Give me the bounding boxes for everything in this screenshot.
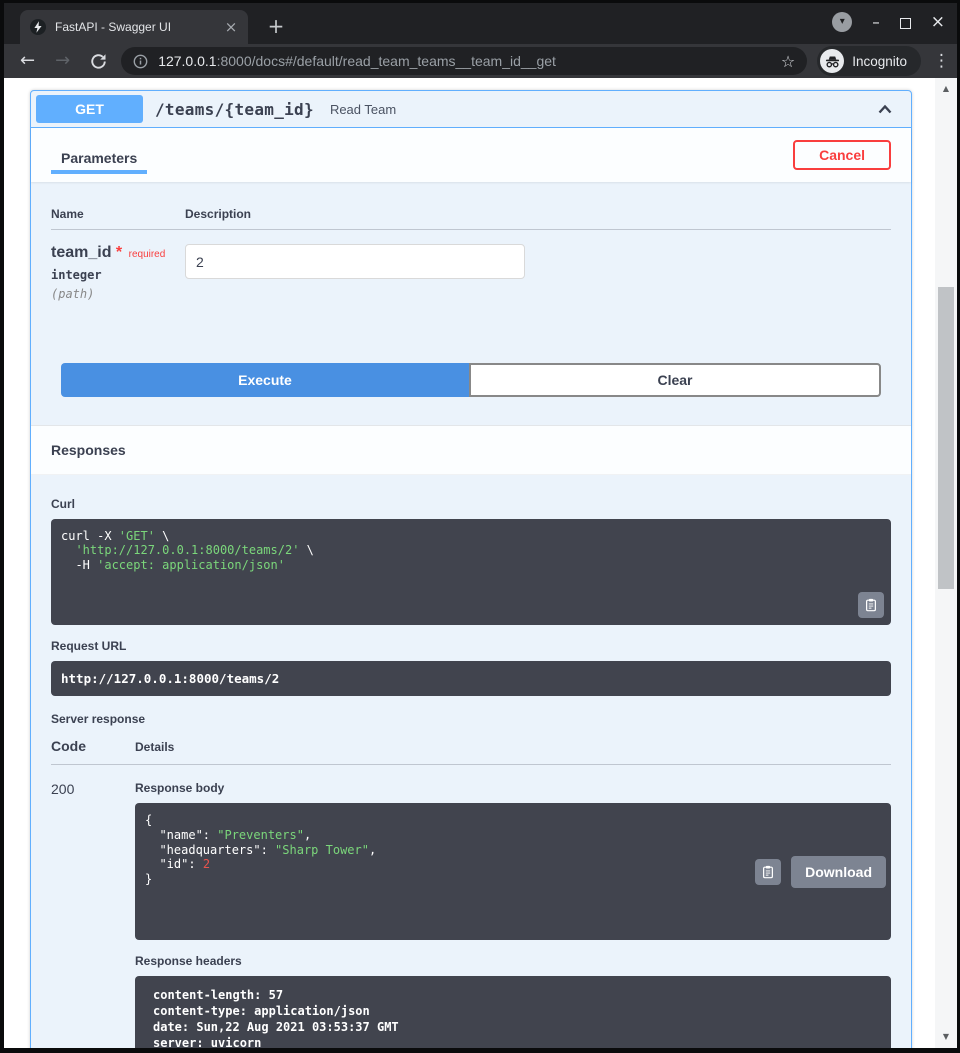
responses-content: Curl curl -X 'GET' \ 'http://127.0.0.1:8… — [31, 475, 911, 1048]
server-response-row: 200 Response body { "name": "Preventers"… — [51, 765, 891, 1048]
fastapi-favicon-icon — [30, 19, 46, 35]
column-details: Details — [135, 740, 174, 754]
tab-parameters[interactable]: Parameters — [51, 130, 147, 180]
response-body-label: Response body — [135, 781, 891, 795]
responses-section-title: Responses — [31, 425, 911, 475]
reload-icon — [90, 53, 107, 70]
clear-button[interactable]: Clear — [469, 363, 881, 397]
parameters-header: Parameters Cancel — [31, 128, 911, 182]
curl-block: curl -X 'GET' \ 'http://127.0.0.1:8000/t… — [51, 519, 891, 625]
page-scrollbar[interactable]: ▲ ▼ — [935, 78, 957, 1048]
tab-search-icon[interactable]: ▾ — [832, 12, 852, 32]
close-window-button[interactable]: × — [931, 12, 945, 32]
url-text[interactable]: 127.0.0.1:8000/docs#/default/read_team_t… — [158, 53, 781, 69]
server-response-label: Server response — [51, 712, 891, 726]
column-description: Description — [185, 207, 251, 221]
url-host: 127.0.0.1 — [158, 53, 216, 69]
copy-curl-button[interactable] — [858, 592, 884, 618]
response-body-block: { "name": "Preventers", "headquarters": … — [135, 803, 891, 940]
copy-response-button[interactable] — [755, 859, 781, 885]
execute-bar: Execute Clear — [31, 331, 911, 425]
reload-button[interactable] — [90, 53, 107, 70]
endpoint-path: /teams/{team_id} — [155, 100, 314, 119]
browser-tab[interactable]: FastAPI - Swagger UI × — [20, 10, 248, 44]
tab-title: FastAPI - Swagger UI — [55, 20, 222, 34]
column-code: Code — [51, 738, 135, 754]
tab-close-icon[interactable]: × — [222, 18, 240, 36]
incognito-label: Incognito — [852, 54, 907, 69]
status-code: 200 — [51, 781, 135, 1048]
method-badge: GET — [36, 95, 143, 123]
maximize-button[interactable] — [900, 18, 911, 29]
team-id-input[interactable] — [185, 244, 525, 279]
clipboard-icon — [761, 865, 775, 879]
swagger-page: GET /teams/{team_id} Read Team Parameter… — [4, 78, 957, 1048]
incognito-icon — [820, 49, 844, 73]
url-path: :8000/docs#/default/read_team_teams__tea… — [217, 53, 556, 69]
browser-window: FastAPI - Swagger UI × + ▾ – × ← → — [0, 0, 960, 1053]
minimize-button[interactable]: – — [872, 12, 880, 32]
browser-menu-icon[interactable]: ⋮ — [933, 51, 947, 71]
response-headers-block: content-length: 57content-type: applicat… — [135, 976, 891, 1048]
forward-button[interactable]: → — [55, 49, 70, 73]
response-headers-label: Response headers — [135, 954, 891, 968]
param-name: team_id — [51, 244, 111, 261]
required-star: * — [116, 244, 122, 261]
new-tab-button[interactable]: + — [264, 14, 288, 38]
curl-label: Curl — [51, 497, 891, 511]
scroll-up-icon[interactable]: ▲ — [935, 80, 957, 98]
info-icon[interactable] — [133, 54, 148, 69]
url-bar[interactable]: 127.0.0.1:8000/docs#/default/read_team_t… — [121, 47, 807, 75]
opblock-summary[interactable]: GET /teams/{team_id} Read Team — [31, 91, 911, 128]
scrollbar-thumb[interactable] — [938, 287, 954, 589]
server-response-table-head: Code Details — [51, 726, 891, 765]
execute-button[interactable]: Execute — [61, 363, 469, 397]
parameters-table: Name Description team_id * required inte… — [31, 182, 911, 331]
request-url-value: http://127.0.0.1:8000/teams/2 — [51, 661, 891, 696]
endpoint-summary: Read Team — [330, 102, 396, 117]
request-url-label: Request URL — [51, 639, 891, 653]
chevron-up-icon — [875, 99, 895, 119]
clipboard-icon — [864, 598, 878, 612]
required-label: required — [129, 249, 166, 260]
download-button[interactable]: Download — [791, 856, 886, 888]
incognito-badge: Incognito — [817, 46, 921, 76]
back-button[interactable]: ← — [20, 49, 35, 73]
browser-toolbar: ← → 127.0.0.1:8000/docs#/default/read_te… — [4, 44, 957, 78]
tab-strip: FastAPI - Swagger UI × + ▾ – × — [4, 3, 957, 44]
column-name: Name — [51, 207, 185, 221]
bookmark-star-icon[interactable]: ☆ — [781, 52, 795, 71]
collapse-button[interactable] — [875, 99, 895, 119]
param-location: (path) — [51, 287, 185, 301]
param-type: integer — [51, 268, 185, 282]
cancel-button[interactable]: Cancel — [793, 140, 891, 170]
opblock-get-teams: GET /teams/{team_id} Read Team Parameter… — [30, 90, 912, 1048]
parameter-row: team_id * required integer (path) — [51, 230, 891, 331]
scroll-down-icon[interactable]: ▼ — [935, 1028, 957, 1046]
